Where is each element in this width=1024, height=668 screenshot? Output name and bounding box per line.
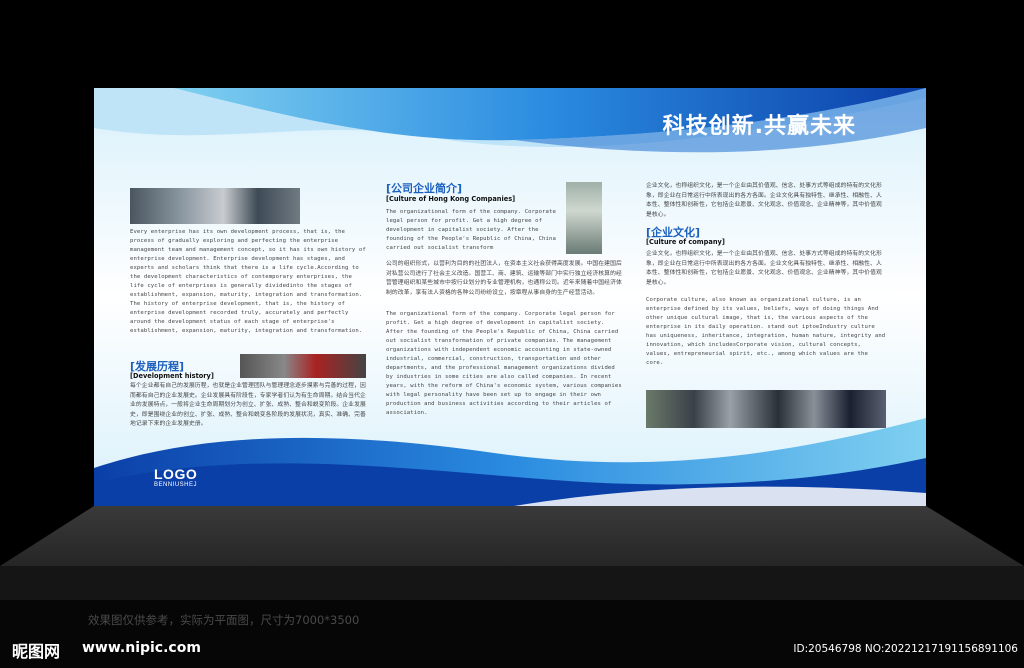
interior-photo	[566, 182, 602, 254]
watermark-brand: 昵图网	[12, 642, 61, 661]
watermark-url: www.nipic.com	[82, 640, 201, 656]
caption-note: 效果图仅供参考，实际为平面图，尺寸为7000*3500	[88, 613, 360, 627]
building-photo-1	[130, 188, 300, 224]
image-id-label: ID:20546798 NO:20221217191156891106	[793, 643, 1018, 655]
company-intro-paragraph-1: The organizational form of the company. …	[386, 209, 556, 251]
culture-subheading: [Culture of company]	[646, 238, 725, 246]
car-photo	[240, 354, 366, 378]
culture-paragraph-cn-1: 企业文化，也称组织文化，是一个企业由其价值观、信念、处事方式等组成的特有的文化形…	[646, 183, 882, 218]
exhibition-board: 科技创新.共赢未来 Every enterprise has its own d…	[94, 88, 926, 506]
slogan-title: 科技创新.共赢未来	[662, 114, 856, 139]
history-paragraph-cn: 每个企业都有自己的发展历程，也就是企业管理团队与管理理念逐步摸索与完善的过程，因…	[130, 383, 366, 427]
history-paragraph-en: Every enterprise has its own development…	[130, 229, 366, 334]
history-subheading: [Development history]	[130, 372, 214, 380]
building-photo-2	[646, 390, 886, 428]
company-intro-heading: [公司企业简介]	[386, 182, 463, 195]
company-logo: LOGO	[154, 466, 198, 482]
company-logo-subtitle: BENNIUSHEJ	[154, 482, 198, 488]
culture-paragraph-en: Corporate culture, also known as organiz…	[646, 297, 886, 366]
company-intro-paragraph-2: The organizational form of the company. …	[386, 311, 622, 416]
display-stage: 科技创新.共赢未来 Every enterprise has its own d…	[0, 0, 1024, 668]
company-intro-paragraph-cn: 公司的组织形式，以营利为目的的社团法人，在资本主义社会获得高度发展。中国在建国后…	[386, 261, 622, 296]
culture-paragraph-cn-2: 企业文化，也称组织文化，是一个企业由其价值观、信念、处事方式等组成的特有的文化形…	[646, 251, 882, 286]
company-intro-subheading: [Culture of Hong Kong Companies]	[386, 195, 516, 203]
